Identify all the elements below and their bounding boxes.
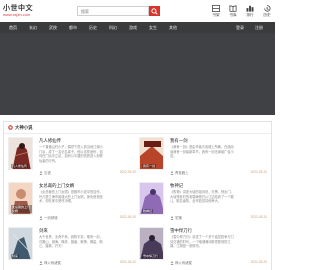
panel-title: 大神小说 (15, 125, 33, 130)
author-icon (170, 215, 174, 220)
featured-books-panel: 大神小说 凡人修仙传 凡人修仙传 一个普通山村小子，偶然下进入到当地江湖小门派，… (3, 121, 272, 270)
book-title[interactable]: 剑来 (39, 228, 48, 234)
book-description: 大千世界，无奇不有。我陈平安，唯有一剑，可搬山、倒海、降妖、镇魔、敕神、摘星、断… (39, 235, 103, 249)
author-icon (170, 170, 174, 175)
book-item[interactable]: 女总裁的上门女婿 女总裁的上门女婿 《女总裁的上门女婿》是都市小说中的佳作，叶凡… (8, 182, 138, 224)
book-date: 2022-05-20 (119, 215, 136, 219)
author-icon (39, 260, 43, 265)
book-author[interactable]: 烽火戏诸侯 (175, 260, 192, 265)
book-item[interactable]: 牧神记 牧神记 《牧神》讲述大墟的祖训说，天黑，别出门。大墟残老村的老弱病残们从… (139, 182, 269, 224)
bookshelf-link[interactable]: 书架 (209, 5, 223, 19)
book-author[interactable]: 烽火戏诸侯 (44, 260, 61, 265)
register-link[interactable]: 注册 (255, 22, 263, 33)
book-meta: 一剑倾城 2022-05-20 (39, 215, 136, 221)
library-link[interactable]: 书库 (226, 5, 240, 19)
book-author[interactable]: 忘语 (44, 170, 51, 175)
book-meta: 烽火戏诸侯 2022-05-20 (170, 260, 267, 266)
book-description: 《女总裁的上门女婿》是都市小说中的佳作，叶凡是江海市最强大的上门女婿，身负绝世医… (39, 190, 103, 204)
nav-item-home[interactable]: 首页 (9, 22, 17, 33)
book-author[interactable]: 宅猪 (175, 215, 182, 220)
bookshelf-label: 书架 (212, 13, 220, 17)
book-cover[interactable]: 剑来 (8, 227, 33, 260)
main-nav: 首页 玄幻 武侠 都市 历史 科幻 游戏 女生 其他 登录 注册 (0, 22, 275, 33)
book-date: 2022-05-20 (250, 215, 267, 219)
book-author[interactable]: 青鸾峰上 (175, 170, 189, 175)
history-label: 历史 (263, 13, 271, 17)
library-icon (229, 5, 237, 12)
nav-item-kehuan[interactable]: 科幻 (109, 22, 117, 33)
book-title[interactable]: 凡人修仙传 (39, 138, 61, 144)
nav-item-wuxia[interactable]: 武侠 (49, 22, 57, 33)
search-button[interactable] (149, 6, 160, 16)
nav-item-xuanhuan[interactable]: 玄幻 (29, 22, 37, 33)
book-cover[interactable]: 雪中悍刀行 (139, 227, 164, 260)
cover-title: 牧神记 (142, 209, 154, 213)
book-title[interactable]: 我有一剑 (170, 138, 188, 144)
book-title[interactable]: 女总裁的上门女婿 (39, 183, 74, 189)
cover-title: 女总裁的上门女婿 (11, 205, 32, 213)
book-item[interactable]: 我有一剑 我有一剑 《我有一剑》是由作者青鸾峰上所著，在线阅读我有一剑最新章节，… (139, 137, 269, 179)
book-meta: 青鸾峰上 2022-05-20 (170, 170, 267, 176)
library-label: 书库 (229, 13, 237, 17)
book-cover[interactable]: 我有一剑 (139, 137, 164, 170)
bookshelf-icon (212, 5, 220, 12)
book-description: 《我有一剑》是由作者青鸾峰上所著，在线阅读我有一剑最新章节，我有一剑无弹窗广告小… (170, 145, 234, 159)
cover-title: 雪中悍刀行 (142, 254, 160, 258)
cover-title: 凡人修仙传 (11, 164, 29, 168)
author-icon (39, 215, 43, 220)
book-date: 2022-05-20 (250, 170, 267, 174)
nav-item-dushi[interactable]: 都市 (69, 22, 77, 33)
search-input[interactable] (77, 6, 149, 16)
top-icon-bar: 书架 书库 排行 历史 (209, 5, 273, 19)
book-description: 一个普通山村小子，偶然下进入到当地江湖小门派，成了一名记名弟子。他以这样身份，如… (39, 145, 103, 163)
book-cover[interactable]: 女总裁的上门女婿 (8, 182, 33, 215)
site-logo-url: www.xsjzh.com (3, 12, 31, 17)
book-title[interactable]: 雪中悍刀行 (170, 228, 192, 234)
banner-area (0, 33, 275, 115)
panel-header: 大神小说 (4, 122, 271, 134)
book-description: 《雪中悍刀行》讲述了一个关于庙堂权争与刀剑交错的时代，一个暗潮涌动粉墨登场的江湖… (170, 235, 234, 249)
cover-title: 剑来 (11, 254, 20, 258)
nav-item-youxi[interactable]: 游戏 (129, 22, 137, 33)
nav-item-nvsheng[interactable]: 女生 (149, 22, 157, 33)
book-item[interactable]: 雪中悍刀行 雪中悍刀行 《雪中悍刀行》讲述了一个关于庙堂权争与刀剑交错的时代，一… (139, 227, 269, 269)
book-item[interactable]: 凡人修仙传 凡人修仙传 一个普通山村小子，偶然下进入到当地江湖小门派，成了一名记… (8, 137, 138, 179)
ranking-label: 排行 (246, 13, 254, 17)
header: 小世中文 www.xsjzh.com 书架 书库 (0, 0, 275, 22)
ranking-icon (246, 5, 254, 12)
author-icon (39, 170, 43, 175)
book-cover[interactable]: 凡人修仙传 (8, 137, 33, 170)
book-description: 《牧神》讲述大墟的祖训说，天黑，别出门。大墟残老村的老弱病残们从江边捡到了一个婴… (170, 190, 234, 204)
book-meta: 烽火戏诸侯 2022-05-20 (39, 260, 136, 266)
cover-title: 我有一剑 (142, 164, 157, 168)
nav-item-lishi[interactable]: 历史 (89, 22, 97, 33)
login-link[interactable]: 登录 (236, 22, 244, 33)
book-cover[interactable]: 牧神记 (139, 182, 164, 215)
book-date: 2022-05-20 (119, 260, 136, 264)
search-icon (151, 7, 158, 15)
book-author[interactable]: 一剑倾城 (44, 215, 58, 220)
page: 小世中文 www.xsjzh.com 书架 书库 (0, 0, 275, 270)
history-link[interactable]: 历史 (260, 5, 274, 19)
book-date: 2022-05-20 (250, 260, 267, 264)
book-title[interactable]: 牧神记 (170, 183, 183, 189)
book-meta: 忘语 2022-05-20 (39, 170, 136, 176)
history-icon (264, 5, 271, 12)
book-icon (8, 125, 13, 130)
book-date: 2022-05-20 (119, 170, 136, 174)
ranking-link[interactable]: 排行 (243, 5, 257, 19)
book-item[interactable]: 剑来 剑来 大千世界，无奇不有。我陈平安，唯有一剑，可搬山、倒海、降妖、镇魔、敕… (8, 227, 138, 269)
book-meta: 宅猪 2022-05-20 (170, 215, 267, 221)
nav-item-qita[interactable]: 其他 (169, 22, 177, 33)
author-icon (170, 260, 174, 265)
